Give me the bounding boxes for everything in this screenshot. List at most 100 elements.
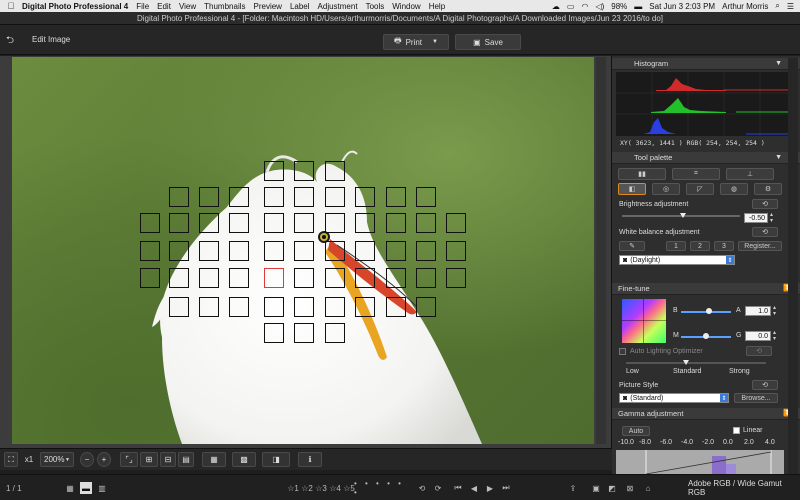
rating-2[interactable]: ☆2 bbox=[300, 482, 314, 494]
menu-tools[interactable]: Tools bbox=[366, 2, 385, 11]
register-button[interactable]: Register... bbox=[738, 241, 782, 251]
rotate-left-icon[interactable]: ⟲ bbox=[416, 482, 428, 494]
apple-icon[interactable]:  bbox=[4, 1, 18, 11]
menu-window[interactable]: Window bbox=[392, 2, 420, 11]
brightness-value[interactable]: -0.50 bbox=[744, 213, 768, 223]
compare-view-icon[interactable]: ◨ bbox=[262, 452, 290, 467]
brightness-slider-handle[interactable] bbox=[680, 213, 687, 218]
single-view-icon[interactable]: ▬ bbox=[80, 482, 92, 494]
thumbnail-grid-icon[interactable]: ▦ bbox=[64, 482, 76, 494]
menu-list-icon[interactable]: ☰ bbox=[787, 2, 794, 11]
tool-palette-header[interactable]: Tool palette ▼ bbox=[612, 152, 800, 164]
alo-checkbox[interactable] bbox=[619, 348, 626, 355]
label-dots[interactable]: • • • • • • bbox=[354, 479, 408, 497]
highlight-warning-icon[interactable]: ▤ bbox=[178, 452, 194, 467]
eyedropper-icon[interactable]: ✎ bbox=[619, 241, 645, 251]
menu-app-name[interactable]: Digital Photo Professional 4 bbox=[22, 2, 128, 11]
menu-file[interactable]: File bbox=[136, 2, 149, 11]
g-stepper[interactable]: ▴ ▾ bbox=[773, 330, 776, 342]
cloud-icon[interactable]: ☁ bbox=[552, 2, 560, 11]
battery-percent[interactable]: 98% bbox=[611, 2, 627, 11]
crop-icon[interactable]: ⌗ bbox=[672, 168, 720, 180]
tab-color[interactable]: ◎ bbox=[652, 183, 680, 195]
menubar-datetime[interactable]: Sat Jun 3 2:03 PM bbox=[649, 2, 715, 11]
camera-icon[interactable]: ⌂ bbox=[642, 482, 654, 494]
previous-image-icon[interactable]: ◀ bbox=[468, 482, 480, 494]
white-balance-select[interactable]: ◙ (Daylight) ⇕ bbox=[619, 255, 735, 265]
zoom-in-icon[interactable]: + bbox=[97, 452, 111, 467]
layout-grid-icon[interactable]: ▦ bbox=[202, 452, 226, 467]
filmstrip-icon[interactable]: ▥ bbox=[96, 482, 108, 494]
brightness-stepper[interactable]: ▴ ▾ bbox=[770, 212, 773, 224]
wifi-icon[interactable]: ◠ bbox=[581, 2, 588, 11]
linear-checkbox[interactable] bbox=[733, 427, 740, 434]
save-button[interactable]: ▣ Save bbox=[455, 34, 521, 50]
browse-button[interactable]: Browse... bbox=[734, 393, 778, 403]
tab-curve[interactable]: ◸ bbox=[686, 183, 714, 195]
af-points-icon[interactable]: ⊞ bbox=[140, 452, 158, 467]
menu-label[interactable]: Label bbox=[290, 2, 310, 11]
histogram-header[interactable]: Histogram ▼ bbox=[612, 58, 800, 70]
gamma-graph[interactable] bbox=[616, 450, 784, 475]
wb-preset-2[interactable]: 2 bbox=[690, 241, 710, 251]
panel-scrollbar[interactable] bbox=[788, 58, 798, 474]
grid-overlay-icon[interactable]: ⊟ bbox=[160, 452, 176, 467]
menubar-user[interactable]: Arthur Morris bbox=[722, 2, 768, 11]
picture-style-select[interactable]: ◙ (Standard) ⇕ bbox=[619, 393, 729, 403]
picture-style-reset-icon[interactable]: ⟲ bbox=[752, 380, 778, 390]
rotate-right-icon[interactable]: ⟳ bbox=[432, 482, 444, 494]
export-icon[interactable]: ⇪ bbox=[567, 482, 579, 494]
print-button[interactable]: 🖶 Print ▼ bbox=[383, 34, 449, 50]
menu-view[interactable]: View bbox=[179, 2, 196, 11]
fine-tune-header[interactable]: Fine-tune ⏬ bbox=[612, 283, 800, 295]
rating-1[interactable]: ☆1 bbox=[286, 482, 300, 494]
vertical-scrollbar[interactable] bbox=[596, 57, 606, 444]
zoom-out-icon[interactable]: − bbox=[80, 452, 94, 467]
menu-edit[interactable]: Edit bbox=[157, 2, 171, 11]
image-viewer[interactable] bbox=[0, 56, 612, 448]
menu-preview[interactable]: Preview bbox=[254, 2, 282, 11]
collapse-icon[interactable]: ▼ bbox=[775, 58, 782, 70]
back-icon[interactable]: ⮌ bbox=[6, 33, 20, 46]
collapse-icon[interactable]: ▼ bbox=[775, 152, 782, 164]
zoom-x1-button[interactable]: x1 bbox=[20, 452, 38, 467]
first-image-icon[interactable]: ⏮ bbox=[452, 482, 464, 494]
gamma-auto-button[interactable]: Auto bbox=[622, 426, 650, 436]
wb-preset-1[interactable]: 1 bbox=[666, 241, 686, 251]
tab-lens[interactable]: ◍ bbox=[720, 183, 748, 195]
alo-reset-icon[interactable]: ⟲ bbox=[746, 346, 772, 356]
tab-settings[interactable]: ⚙ bbox=[754, 183, 782, 195]
b-a-slider-handle[interactable] bbox=[706, 308, 712, 314]
preview-icon[interactable]: ◩ bbox=[606, 482, 618, 494]
info-icon[interactable]: ℹ bbox=[298, 452, 322, 467]
crop-frame-icon[interactable]: ⌜⌟ bbox=[120, 452, 138, 467]
menu-adjustment[interactable]: Adjustment bbox=[318, 2, 358, 11]
volume-icon[interactable]: ◁) bbox=[595, 2, 604, 11]
egret-photo[interactable] bbox=[12, 57, 594, 444]
menu-help[interactable]: Help bbox=[429, 2, 445, 11]
fit-to-window-icon[interactable]: ⛶ bbox=[4, 452, 18, 467]
zoom-select[interactable]: 200% ▼ bbox=[40, 452, 74, 467]
rating-3[interactable]: ☆3 bbox=[314, 482, 328, 494]
a-value[interactable]: 1.0 bbox=[745, 306, 771, 316]
alo-slider[interactable] bbox=[626, 362, 766, 364]
battery-icon[interactable]: ▬ bbox=[634, 2, 642, 11]
last-image-icon[interactable]: ⏭ bbox=[500, 482, 512, 494]
m-g-slider-handle[interactable] bbox=[703, 333, 709, 339]
a-stepper[interactable]: ▴ ▾ bbox=[773, 305, 776, 317]
display-icon[interactable]: ▭ bbox=[567, 2, 575, 11]
tab-basic[interactable]: ◧ bbox=[618, 183, 646, 195]
gamma-header[interactable]: Gamma adjustment ⏬ bbox=[612, 408, 800, 420]
search-icon[interactable]: ⌕ bbox=[775, 1, 779, 11]
image-adjust-icon[interactable]: ⊠ bbox=[624, 482, 636, 494]
stamp-icon[interactable]: ⊥ bbox=[726, 168, 774, 180]
color-wheel[interactable] bbox=[622, 299, 666, 343]
wb-preset-3[interactable]: 3 bbox=[714, 241, 734, 251]
wb-reset-icon[interactable]: ⟲ bbox=[752, 227, 778, 237]
basic-adjust-icon[interactable]: ▮▮ bbox=[618, 168, 666, 180]
next-image-icon[interactable]: ▶ bbox=[484, 482, 496, 494]
window-layout-icon[interactable]: ▣ bbox=[590, 482, 602, 494]
menu-thumbnails[interactable]: Thumbnails bbox=[204, 2, 245, 11]
checker-icon[interactable]: ▩ bbox=[232, 452, 256, 467]
rating-4[interactable]: ☆4 bbox=[328, 482, 342, 494]
